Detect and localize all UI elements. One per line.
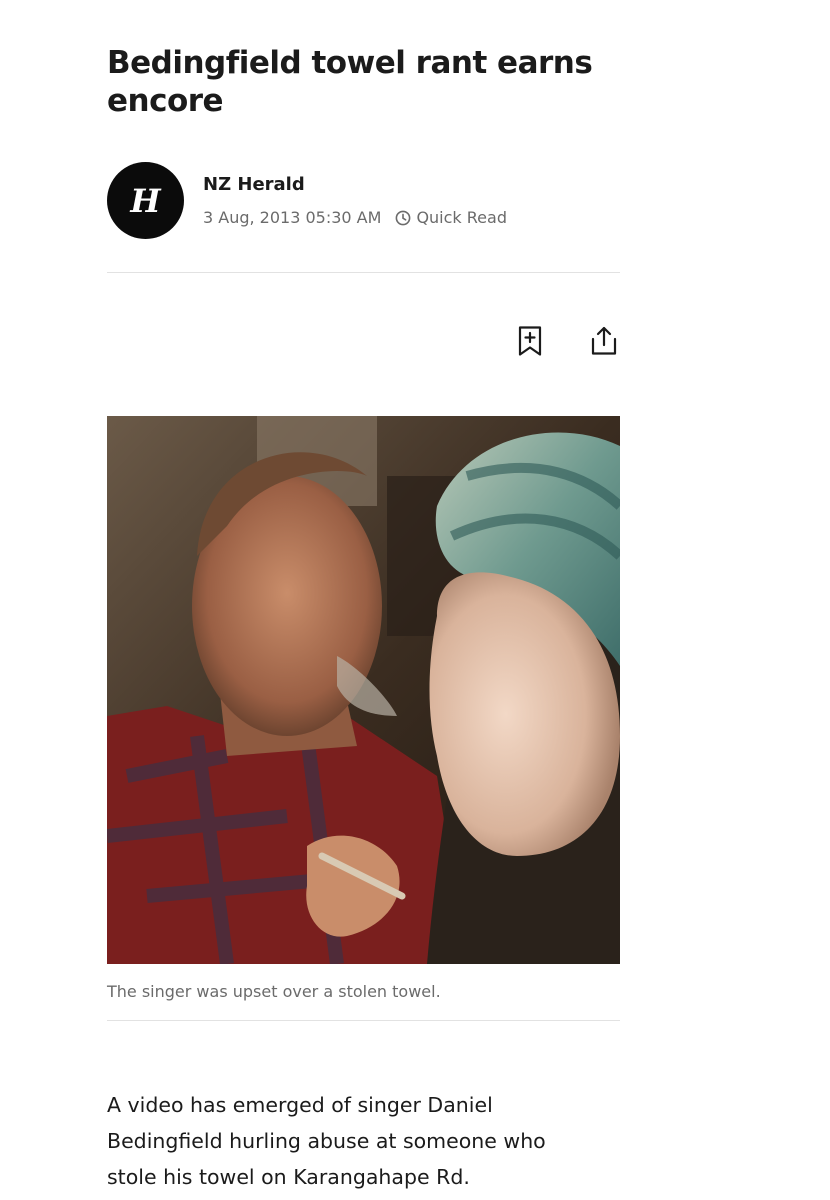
share-icon — [590, 325, 618, 362]
article-body: A video has emerged of singer Daniel Bed… — [107, 1087, 620, 1195]
logo-letter: H — [130, 181, 161, 220]
bookmark-button[interactable] — [513, 325, 547, 362]
article-meta: 3 Aug, 2013 05:30 AM Quick Read — [203, 208, 507, 227]
photo-caption: The singer was upset over a stolen towel… — [107, 982, 441, 1001]
article-actions — [513, 325, 623, 362]
body-line: stole his towel on Karangahape Rd. — [107, 1165, 470, 1189]
photo-illustration — [107, 416, 620, 964]
read-time: Quick Read — [416, 208, 507, 227]
share-button[interactable] — [587, 326, 621, 360]
body-line: Bedingfield hurling abuse at someone who — [107, 1129, 546, 1153]
caption-divider — [107, 1020, 620, 1021]
clock-icon — [395, 210, 411, 226]
nz-herald-logo[interactable]: H — [107, 162, 184, 239]
byline-divider — [107, 272, 620, 273]
article-headline: Bedingfield towel rant earns encore — [107, 45, 593, 119]
author-name[interactable]: NZ Herald — [203, 174, 305, 195]
byline: H NZ Herald 3 Aug, 2013 05:30 AM Quick R… — [107, 162, 620, 240]
article-photo[interactable] — [107, 416, 620, 964]
bookmark-add-icon — [517, 325, 543, 362]
publish-date: 3 Aug, 2013 05:30 AM — [203, 208, 382, 227]
body-line: A video has emerged of singer Daniel — [107, 1093, 493, 1117]
